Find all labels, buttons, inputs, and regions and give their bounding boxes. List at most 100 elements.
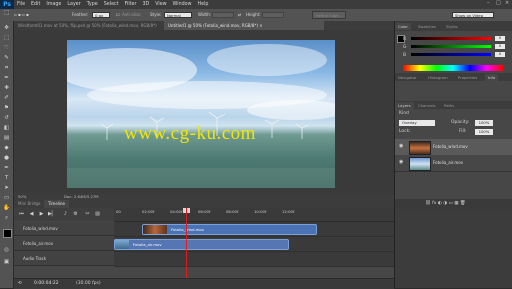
fill-input[interactable]: 100% xyxy=(475,129,493,135)
zoom-level[interactable]: 50% xyxy=(18,194,26,199)
menu-help[interactable]: Help xyxy=(195,2,212,7)
quick-select-icon[interactable]: ✎ xyxy=(3,55,10,62)
antialias-checkbox[interactable]: ☐ xyxy=(116,12,120,18)
r-value[interactable]: 0 xyxy=(495,36,505,41)
healing-brush-icon[interactable]: ✚ xyxy=(3,85,10,92)
lasso-tool-icon[interactable]: ➰ xyxy=(3,45,10,52)
prev-frame-icon[interactable]: ◀ xyxy=(28,211,35,218)
slider-b[interactable]: B 0 xyxy=(403,52,505,58)
track-label-audio[interactable]: Audio Track xyxy=(14,252,114,266)
time-ruler[interactable]: 00 02:00f 04:00f 06:00f 08:00f 10:00f 12… xyxy=(114,208,394,222)
audio-icon[interactable]: ♪ xyxy=(62,211,69,218)
playhead[interactable] xyxy=(186,208,187,288)
layer-row-wind[interactable]: ◉ Fotolia_wind.mov xyxy=(395,139,512,156)
layer-actions-icons[interactable]: ⛓ fx ◐ ◑ ▭ ▦ 🗑 xyxy=(425,201,466,206)
tab-navigator[interactable]: Navigator xyxy=(395,74,420,81)
tab-color[interactable]: Color xyxy=(395,23,411,30)
type-tool-icon[interactable]: T xyxy=(3,175,10,182)
transition-icon[interactable]: ▨ xyxy=(94,211,101,218)
eye-icon[interactable]: ◉ xyxy=(399,143,403,149)
blur-tool-icon[interactable]: ◆ xyxy=(3,145,10,152)
menu-view[interactable]: View xyxy=(152,2,169,7)
document-canvas[interactable] xyxy=(67,40,335,188)
tab-histogram[interactable]: Histogram xyxy=(425,74,451,81)
canvas-area: www.cg-ku.com xyxy=(14,30,394,193)
workspace-select[interactable]: Show on Video xyxy=(452,12,494,18)
style-select[interactable]: Normal xyxy=(164,12,192,18)
slider-r[interactable]: R 0 xyxy=(403,36,505,42)
minimize-icon[interactable]: – xyxy=(487,1,492,6)
blend-mode-select[interactable]: Overlay xyxy=(399,120,435,126)
stamp-tool-icon[interactable]: ⚑ xyxy=(3,105,10,112)
eye-icon[interactable]: ◉ xyxy=(399,159,403,165)
marquee-tool-icon[interactable]: ⬚ xyxy=(3,35,10,42)
menu-image[interactable]: Image xyxy=(43,2,64,7)
tab-channels[interactable]: Channels xyxy=(415,102,439,109)
quick-mask-icon[interactable]: ◎ xyxy=(3,247,10,254)
antialias-label: Anti-alias xyxy=(122,12,141,17)
menu-select[interactable]: Select xyxy=(101,2,122,7)
b-value[interactable]: 0 xyxy=(495,52,505,57)
menu-window[interactable]: Window xyxy=(170,2,195,7)
height-input[interactable] xyxy=(262,12,284,18)
settings-icon[interactable]: ⚙ xyxy=(72,211,79,218)
tab-properties[interactable]: Properties xyxy=(455,74,480,81)
tab-paths[interactable]: Paths xyxy=(441,102,457,109)
tab-untitled1[interactable]: Untitled1 @ 50% (Fotolia_wind.mov, RGB/8… xyxy=(164,21,324,30)
move-tool-icon[interactable]: ✥ xyxy=(3,25,10,32)
tab-layers[interactable]: Layers xyxy=(395,102,414,109)
tab-timeline[interactable]: Timeline xyxy=(44,200,70,208)
channel-label: G xyxy=(403,45,407,50)
refine-edge-button[interactable]: Refine Edge... xyxy=(312,11,347,19)
dodge-tool-icon[interactable]: ● xyxy=(3,155,10,162)
play-icon[interactable]: ▶ xyxy=(38,211,45,218)
menu-type[interactable]: Type xyxy=(84,2,101,7)
hand-tool-icon[interactable]: ✋ xyxy=(3,205,10,212)
menu-layer[interactable]: Layer xyxy=(64,2,83,7)
slider-g[interactable]: G 0 xyxy=(403,44,505,50)
kind-filter[interactable]: Kind xyxy=(399,111,409,116)
track-name: Audio Track xyxy=(23,256,47,261)
tab-swatches[interactable]: Swatches xyxy=(415,23,439,30)
track-label-air[interactable]: Fotolia_air.mov xyxy=(14,237,114,251)
shape-tool-icon[interactable]: ▭ xyxy=(3,195,10,202)
selection-mode-icons[interactable]: ▫ ▪ ▫ ▪ xyxy=(14,12,29,18)
eraser-tool-icon[interactable]: ◧ xyxy=(3,125,10,132)
swap-icon[interactable]: ⇄ xyxy=(238,12,241,18)
first-frame-icon[interactable]: ⏮ xyxy=(18,211,25,218)
marquee-tool-icon[interactable]: ⬚ xyxy=(4,10,10,16)
crop-tool-icon[interactable]: ⌗ xyxy=(3,65,10,72)
split-icon[interactable]: ✂ xyxy=(84,211,91,218)
color-spectrum[interactable] xyxy=(403,65,503,71)
status-bar: 50% Doc: 2.64M/5.27M xyxy=(14,193,394,200)
tab-mini-bridge[interactable]: Mini Bridge xyxy=(14,200,45,208)
opacity-input[interactable]: 100% xyxy=(475,120,493,126)
tab-windfarm[interactable]: Windfarm01.mov at 50%, flip.psd @ 50% (F… xyxy=(14,21,164,30)
close-icon[interactable]: × xyxy=(505,1,510,6)
menu-filter[interactable]: Filter xyxy=(122,2,140,7)
render-icon[interactable]: ⟲ xyxy=(18,281,22,286)
brush-tool-icon[interactable]: ✐ xyxy=(3,95,10,102)
tab-info[interactable]: Info xyxy=(485,74,499,81)
menu-file[interactable]: File xyxy=(14,2,28,7)
gradient-tool-icon[interactable]: ▤ xyxy=(3,135,10,142)
path-select-icon[interactable]: ➤ xyxy=(3,185,10,192)
video-clip-air[interactable]: Fotolia_air.mov xyxy=(114,239,289,250)
video-clip-wind[interactable]: Fotolia_wind.mov xyxy=(142,224,317,235)
menu-3d[interactable]: 3D xyxy=(139,2,152,7)
tab-styles[interactable]: Styles xyxy=(443,23,461,30)
foreground-color-swatch[interactable] xyxy=(3,229,12,238)
track-label-wind[interactable]: Fotolia_wind.mov xyxy=(14,222,114,236)
eyedropper-icon[interactable]: ✒ xyxy=(3,75,10,82)
zoom-tool-icon[interactable]: ⌕ xyxy=(3,215,10,222)
menu-edit[interactable]: Edit xyxy=(28,2,43,7)
screen-mode-icon[interactable]: ▣ xyxy=(3,259,10,266)
layer-row-air[interactable]: ◉ Fotolia_air.mov xyxy=(395,155,512,172)
pen-tool-icon[interactable]: ✒ xyxy=(3,165,10,172)
history-brush-icon[interactable]: ↺ xyxy=(3,115,10,122)
width-input[interactable] xyxy=(212,12,234,18)
feather-input[interactable]: 0 px xyxy=(92,12,110,18)
g-value[interactable]: 0 xyxy=(495,44,505,49)
maximize-icon[interactable]: □ xyxy=(496,1,501,6)
next-frame-icon[interactable]: ▶▏ xyxy=(48,211,56,218)
